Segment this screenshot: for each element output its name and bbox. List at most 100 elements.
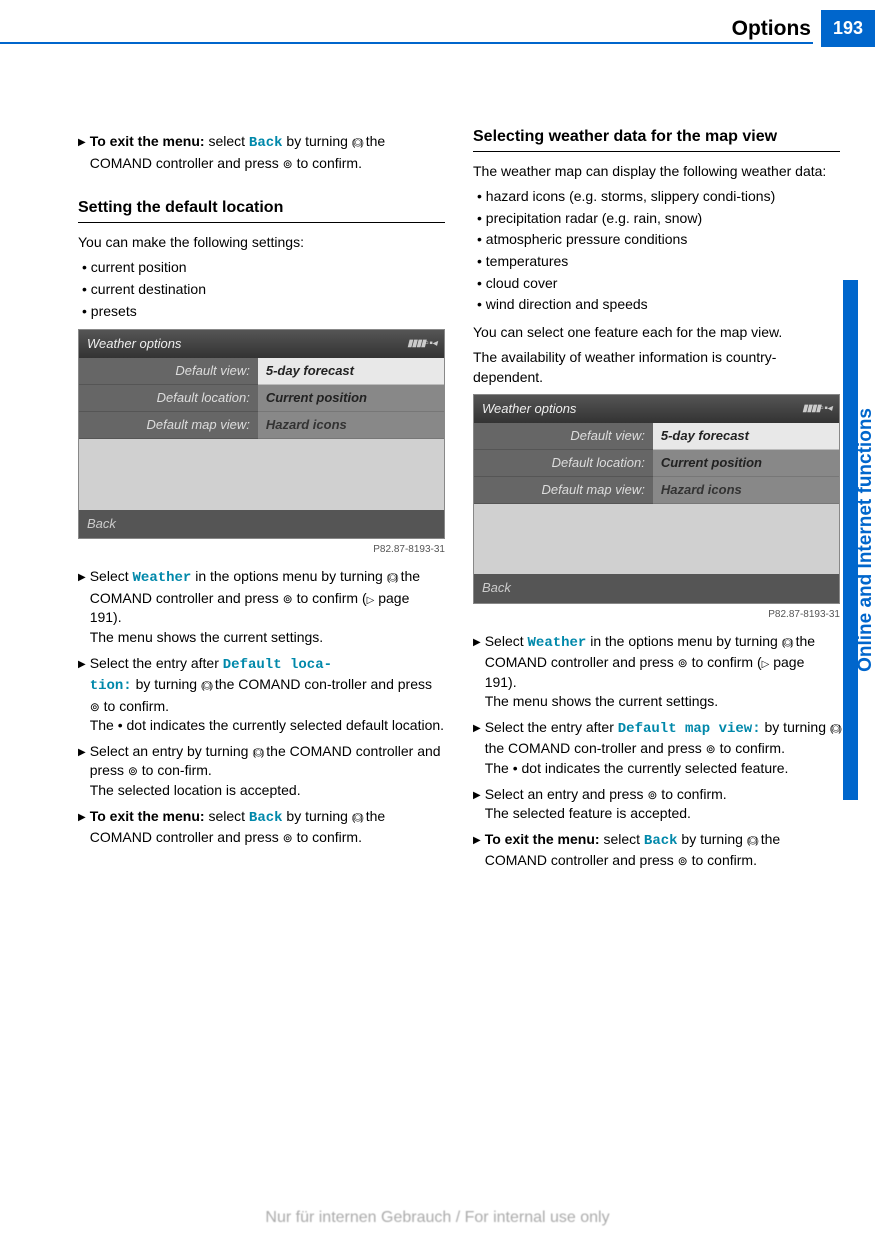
text: by turning: [678, 831, 747, 847]
signal-icon: ▮▮▮▮▫ ▪◂: [407, 337, 436, 351]
step-select-weather: ▶ Select Weather in the options menu by …: [78, 567, 445, 647]
step-default-map-view: ▶ Select the entry after Default map vie…: [473, 718, 840, 779]
label: To exit the menu:: [485, 831, 600, 847]
signal-icon: ▮▮▮▮▫ ▪◂: [802, 402, 831, 416]
step-exit-1: ▶ To exit the menu: select Back by turni…: [78, 132, 445, 173]
menu-link: Back: [249, 810, 283, 826]
ss-caption: P82.87-8193-31: [78, 543, 445, 557]
heading-default-location: Setting the default location: [78, 197, 445, 222]
text: to confirm (: [688, 654, 762, 670]
text: by turning: [283, 133, 352, 149]
text: to confirm (: [293, 590, 367, 606]
step-body: Select the entry after Default map view:…: [485, 718, 840, 779]
text: to con-firm.: [138, 762, 212, 778]
press-icon: [128, 762, 138, 778]
list-item: current destination: [82, 280, 445, 300]
text: to confirm.: [100, 698, 169, 714]
ss-title: Weather options: [482, 400, 576, 418]
step-body: Select an entry by turning the COMAND co…: [90, 742, 445, 801]
step-exit: ▶ To exit the menu: select Back by turni…: [473, 830, 840, 871]
weather-data-bullets: hazard icons (e.g. storms, slippery cond…: [473, 187, 840, 315]
table-row: Default location: Current position: [474, 450, 839, 477]
row-value: 5-day forecast: [258, 358, 444, 385]
ss-titlebar: Weather options ▮▮▮▮▫ ▪◂: [474, 395, 839, 423]
text: to confirm.: [293, 155, 362, 171]
side-tab-text: Online and Internet functions: [853, 408, 875, 672]
text: Select the entry after: [485, 719, 618, 735]
press-icon: [678, 852, 688, 868]
para: The availability of weather information …: [473, 348, 840, 387]
side-tab: Online and Internet functions: [843, 280, 875, 800]
text: The selected feature is accepted.: [485, 805, 691, 821]
text: The menu shows the current settings.: [90, 629, 323, 645]
ss-back: Back: [79, 510, 444, 538]
step-body: To exit the menu: select Back by turning…: [485, 830, 840, 871]
row-value: Hazard icons: [258, 412, 444, 439]
text: Select: [90, 568, 133, 584]
label: To exit the menu:: [90, 808, 205, 824]
turn-icon: [747, 831, 757, 847]
step-body: Select the entry after Default loca- tio…: [90, 654, 445, 736]
row-label: Default location:: [79, 385, 258, 412]
turn-icon: [830, 719, 840, 735]
text: in the options menu by turning: [191, 568, 386, 584]
turn-icon: [782, 633, 792, 649]
text: to confirm.: [657, 786, 726, 802]
row-label: Default location:: [474, 450, 653, 477]
list-item: atmospheric pressure conditions: [477, 230, 840, 250]
ss-titlebar: Weather options ▮▮▮▮▫ ▪◂: [79, 330, 444, 358]
right-column: Selecting weather data for the map view …: [473, 126, 840, 875]
ss-caption: P82.87-8193-31: [473, 608, 840, 622]
settings-bullets: current position current destination pre…: [78, 258, 445, 321]
arrow-icon: ▶: [473, 636, 481, 650]
weather-options-screenshot: Weather options ▮▮▮▮▫ ▪◂ Default view: 5…: [473, 394, 840, 604]
list-item: temperatures: [477, 252, 840, 272]
table-row: Default map view: Hazard icons: [474, 477, 839, 504]
arrow-icon: ▶: [78, 811, 86, 825]
row-value: 5-day forecast: [653, 423, 839, 450]
text: by turning: [132, 676, 201, 692]
row-value: Current position: [653, 450, 839, 477]
text: The selected location is accepted.: [90, 782, 301, 798]
weather-options-screenshot: Weather options ▮▮▮▮▫ ▪◂ Default view: 5…: [78, 329, 445, 539]
text: to confirm.: [293, 829, 362, 845]
list-item: wind direction and speeds: [477, 295, 840, 315]
text: by turning: [283, 808, 352, 824]
menu-link: Default map view:: [618, 721, 761, 737]
header-title: Options: [732, 14, 821, 43]
row-label: Default map view:: [79, 412, 258, 439]
para: You can select one feature each for the …: [473, 323, 840, 343]
turn-icon: [387, 568, 397, 584]
step-select-weather: ▶ Select Weather in the options menu by …: [473, 632, 840, 712]
arrow-icon: ▶: [78, 571, 86, 585]
ss-title: Weather options: [87, 335, 181, 353]
press-icon: [706, 740, 716, 756]
text: the COMAND con-troller and press: [485, 740, 706, 756]
table-row: Default map view: Hazard icons: [79, 412, 444, 439]
text: select: [205, 133, 249, 149]
press-icon: [283, 829, 293, 845]
step-select-entry: ▶ Select an entry and press to confirm. …: [473, 785, 840, 824]
row-value: Hazard icons: [653, 477, 839, 504]
footer-watermark: Nur für internen Gebrauch / For internal…: [0, 1207, 875, 1229]
text: to confirm.: [716, 740, 785, 756]
step-select-entry: ▶ Select an entry by turning the COMAND …: [78, 742, 445, 801]
text: The • dot indicates the currently select…: [485, 760, 789, 776]
table-row: Default view: 5-day forecast: [474, 423, 839, 450]
header-rule: [0, 42, 813, 44]
table-row: Default location: Current position: [79, 385, 444, 412]
step-body: To exit the menu: select Back by turning…: [90, 132, 445, 173]
text: Select: [485, 633, 528, 649]
press-icon: [283, 590, 293, 606]
press-icon: [90, 698, 100, 714]
turn-icon: [252, 743, 262, 759]
arrow-icon: ▶: [473, 722, 481, 736]
text: to confirm.: [688, 852, 757, 868]
menu-link: Weather: [133, 570, 192, 586]
text: Select an entry and press: [485, 786, 648, 802]
arrow-icon: ▶: [473, 834, 481, 848]
text: Select an entry by turning: [90, 743, 253, 759]
list-item: cloud cover: [477, 274, 840, 294]
step-body: Select Weather in the options menu by tu…: [90, 567, 445, 647]
menu-link: Back: [644, 833, 678, 849]
